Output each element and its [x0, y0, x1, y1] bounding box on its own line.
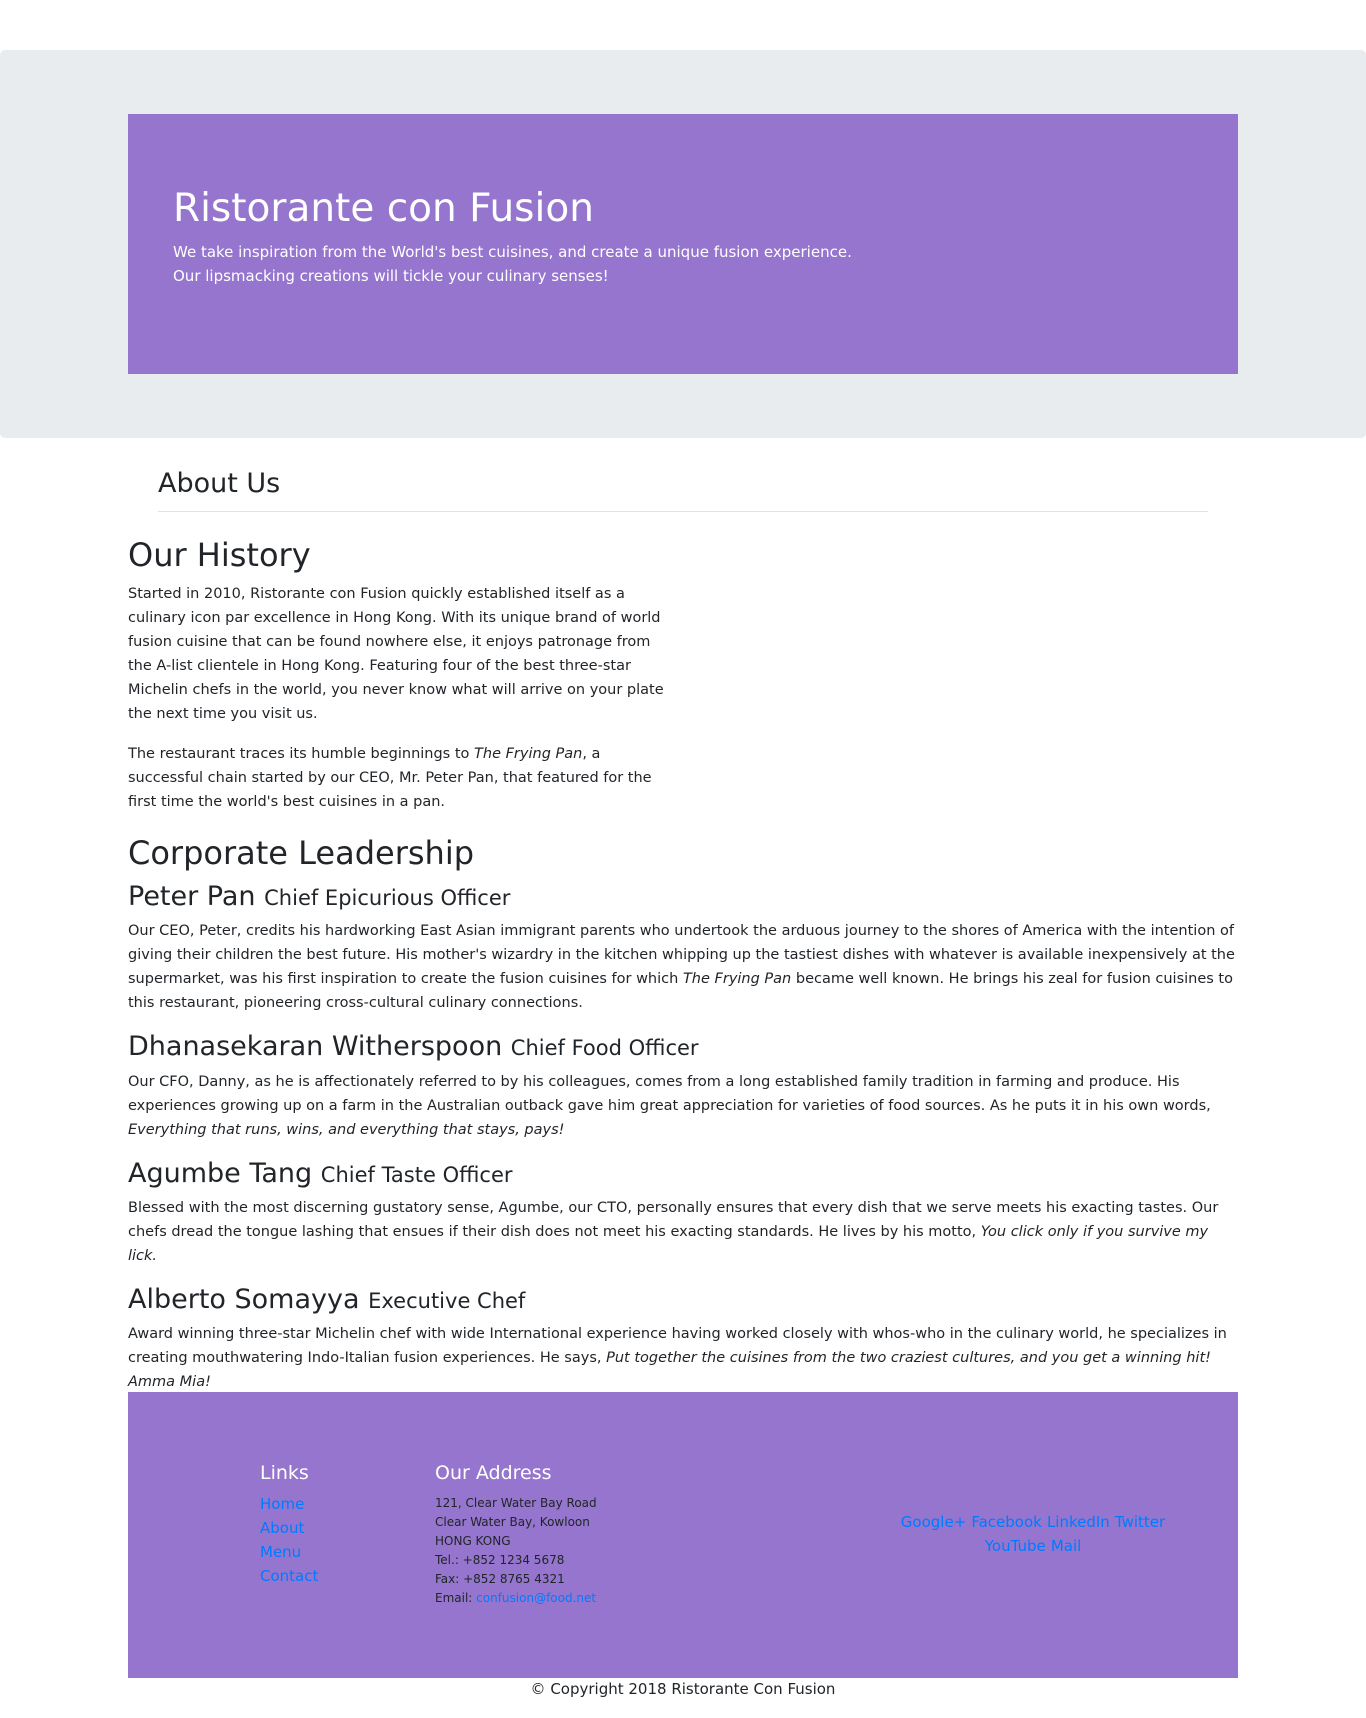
list-item: Menu	[260, 1540, 318, 1564]
history-p2-emphasis: The Frying Pan	[474, 746, 583, 763]
leader-description: Award winning three-star Michelin chef w…	[128, 1322, 1238, 1394]
main-content: Our History Started in 2010, Ristorante …	[128, 536, 1238, 1410]
social-link-mail[interactable]: Mail	[1051, 1537, 1081, 1555]
leader-description: Our CFO, Danny, as he is affectionately …	[128, 1070, 1238, 1142]
leader-heading: Agumbe Tang Chief Taste Officer	[128, 1158, 1238, 1190]
social-link-google-plus[interactable]: Google+	[901, 1513, 966, 1531]
footer-link-contact[interactable]: Contact	[260, 1567, 318, 1585]
leader-name: Dhanasekaran Witherspoon	[128, 1031, 503, 1063]
leader-name: Peter Pan	[128, 880, 256, 912]
footer-links-heading: Links	[260, 1462, 309, 1484]
leader-description: Our CEO, Peter, credits his hardworking …	[128, 919, 1238, 1015]
leader-item: Alberto Somayya Executive Chef Award win…	[128, 1284, 1238, 1394]
page-title: About Us	[158, 468, 281, 499]
address-phone: Tel.: +852 1234 5678	[435, 1553, 565, 1567]
email-label: Email:	[435, 1591, 477, 1605]
footer-link-menu[interactable]: Menu	[260, 1543, 301, 1561]
leader-title: Chief Epicurious Officer	[264, 885, 511, 910]
hero-subtitle: We take inspiration from the World's bes…	[173, 243, 852, 285]
leader-heading: Dhanasekaran Witherspoon Chief Food Offi…	[128, 1031, 1238, 1063]
leadership-heading: Corporate Leadership	[128, 834, 475, 873]
social-link-youtube[interactable]: YouTube	[985, 1537, 1046, 1555]
hero-title: Ristorante con Fusion	[173, 186, 594, 231]
footer-address: Our Address 121, Clear Water Bay Road Cl…	[435, 1462, 597, 1608]
divider	[158, 511, 1208, 513]
address-line: 121, Clear Water Bay Road	[435, 1496, 597, 1510]
footer-address-heading: Our Address	[435, 1462, 552, 1484]
about-heading-section: About Us	[158, 466, 1208, 513]
list-item: About	[260, 1516, 318, 1540]
footer-links-list: Home About Menu Contact	[260, 1492, 318, 1588]
leader-desc-emphasis: The Frying Pan	[682, 971, 792, 988]
address-line: HONG KONG	[435, 1534, 511, 1548]
leader-title: Executive Chef	[368, 1288, 526, 1313]
social-link-twitter[interactable]: Twitter	[1115, 1513, 1165, 1531]
leadership-section: Corporate Leadership Peter Pan Chief Epi…	[128, 834, 1238, 1394]
leader-desc-text: Our CFO, Danny, as he is affectionately …	[128, 1073, 1211, 1114]
leader-item: Dhanasekaran Witherspoon Chief Food Offi…	[128, 1031, 1238, 1141]
address-email-row: Email: confusion@food.net	[435, 1589, 597, 1608]
social-link-linkedin[interactable]: LinkedIn	[1047, 1513, 1110, 1531]
social-link-facebook[interactable]: Facebook	[971, 1513, 1041, 1531]
leader-name: Alberto Somayya	[128, 1283, 360, 1315]
leader-description: Blessed with the most discerning gustato…	[128, 1196, 1238, 1268]
email-link[interactable]: confusion@food.net	[476, 1591, 596, 1605]
copyright: © Copyright 2018 Ristorante Con Fusion	[530, 1680, 836, 1698]
leader-desc-emphasis: Everything that runs, wins, and everythi…	[128, 1121, 565, 1138]
address-fax: Fax: +852 8765 4321	[435, 1572, 565, 1586]
leader-item: Peter Pan Chief Epicurious Officer Our C…	[128, 881, 1238, 1015]
leader-item: Agumbe Tang Chief Taste Officer Blessed …	[128, 1158, 1238, 1268]
list-item: Home	[260, 1492, 318, 1516]
address-lines: 121, Clear Water Bay Road Clear Water Ba…	[435, 1494, 597, 1608]
hero-banner: Ristorante con Fusion We take inspiratio…	[128, 114, 1238, 374]
footer-link-home[interactable]: Home	[260, 1495, 304, 1513]
address-line: Clear Water Bay, Kowloon	[435, 1515, 590, 1529]
leader-name: Agumbe Tang	[128, 1157, 313, 1189]
history-paragraph-1: Started in 2010, Ristorante con Fusion q…	[128, 586, 664, 723]
leader-title: Chief Taste Officer	[320, 1162, 513, 1187]
leader-title: Chief Food Officer	[510, 1036, 699, 1061]
history-paragraph-2: The restaurant traces its humble beginni…	[128, 742, 668, 814]
footer-link-about[interactable]: About	[260, 1519, 304, 1537]
history-section: Our History Started in 2010, Ristorante …	[128, 536, 1238, 814]
footer: Links Home About Menu Contact Our Addres…	[128, 1392, 1238, 1678]
footer-links: Links Home About Menu Contact	[260, 1462, 318, 1588]
history-heading: Our History	[128, 536, 311, 574]
history-p2-text: The restaurant traces its humble beginni…	[128, 746, 475, 763]
leader-heading: Alberto Somayya Executive Chef	[128, 1284, 1238, 1316]
leader-heading: Peter Pan Chief Epicurious Officer	[128, 881, 1238, 913]
social-links: Google+ Facebook LinkedIn Twitter YouTub…	[868, 1510, 1198, 1558]
list-item: Contact	[260, 1564, 318, 1588]
